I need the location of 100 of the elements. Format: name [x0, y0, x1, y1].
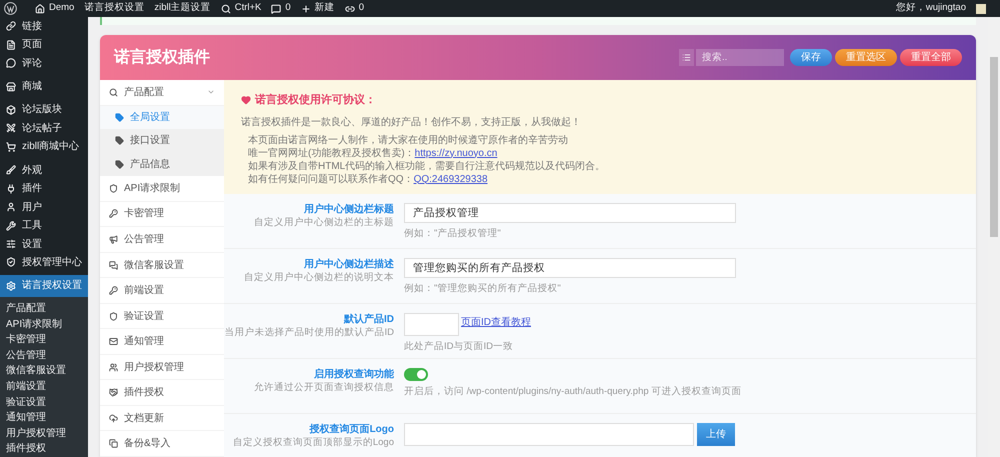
- submenu-item[interactable]: 插件授权: [0, 441, 88, 457]
- field-help: 开启后，访问 /wp-content/plugins/ny-auth/auth-query.php 可进入授权查询页面: [404, 384, 742, 398]
- home-icon: [35, 4, 45, 14]
- field-label: 用户中心侧边栏描述: [303, 258, 394, 270]
- field-help: 例如："管理您购买的所有产品授权": [404, 282, 562, 296]
- brush-icon: [6, 165, 16, 176]
- tag-icon: [115, 136, 124, 146]
- links-icon: [344, 4, 355, 14]
- toggle-switch[interactable]: [404, 368, 428, 380]
- field-label: 默认产品ID: [342, 312, 394, 326]
- wordpress-logo-icon[interactable]: [4, 2, 17, 15]
- store-icon: [6, 82, 16, 92]
- sliders-icon: [6, 239, 16, 250]
- sidebar-menu-item[interactable]: 诺言授权设置: [0, 274, 88, 298]
- shield-icon: [109, 184, 118, 193]
- notice-line: 唯一官网网址(功能教程及授权售卖)：: [248, 146, 415, 160]
- handshake-icon: [109, 388, 118, 398]
- link-icon: [6, 21, 16, 32]
- text-field[interactable]: 管理您购买的所有产品授权: [404, 258, 736, 278]
- shield-icon: [6, 257, 16, 268]
- sidebar-menu-item[interactable]: 授权管理中心: [0, 253, 88, 272]
- notice-link[interactable]: https://zy.nuoyo.cn: [414, 146, 498, 160]
- logo-url-field[interactable]: [404, 422, 694, 446]
- nav-subitem[interactable]: 全局设置: [100, 106, 224, 130]
- admin-bar-link[interactable]: 新建: [300, 1, 335, 16]
- field-label: 授权查询页面Logo: [308, 422, 394, 436]
- notice-intro: 诺言授权插件是一款良心、厚道的好产品！创作不易，支持正版，从我做起！: [241, 116, 582, 130]
- nav-subitem[interactable]: 接口设置: [100, 129, 224, 153]
- sidebar-menu-item[interactable]: 插件: [0, 180, 88, 198]
- greeting-text[interactable]: 您好，wujingtao: [896, 1, 966, 16]
- sidebar-menu-item[interactable]: 工具: [0, 216, 88, 235]
- field-help: 例如："产品授权管理": [404, 227, 502, 242]
- plug-icon: [6, 184, 16, 194]
- admin-bar-link[interactable]: 0: [271, 1, 291, 16]
- sidebar-menu-item[interactable]: 设置: [0, 234, 88, 254]
- panel-title: 诺言授权插件: [114, 47, 210, 68]
- notice-line: 本页面由诺言网络一人制作，请大家在使用的时候遵守原作者的辛苦劳动: [248, 134, 568, 146]
- submenu-item[interactable]: 微信客服设置: [0, 363, 88, 379]
- id-field[interactable]: [404, 312, 459, 336]
- notice-line: 如有任何疑问问题可以联系作者QQ：: [248, 172, 414, 186]
- copy-icon: [109, 439, 118, 448]
- admin-bar-link[interactable]: zibll主题设置: [154, 1, 211, 16]
- field-description: 自定义用户中心侧边栏的主标题: [253, 216, 394, 228]
- submenu-item[interactable]: 用户授权管理: [0, 426, 88, 442]
- tag-icon: [115, 160, 124, 169]
- new-icon: [300, 4, 311, 14]
- key-icon: [109, 209, 118, 218]
- field-description: 自定义用户中心侧边栏的说明文本: [243, 270, 394, 284]
- swords-icon: [6, 123, 16, 134]
- page-icon: [6, 40, 16, 50]
- admin-bar-link[interactable]: Demo: [35, 1, 74, 16]
- wrench-icon: [6, 220, 16, 231]
- chat-icon: [109, 260, 118, 270]
- submenu-item[interactable]: API请求限制: [0, 316, 88, 332]
- comment-icon: [6, 58, 16, 68]
- nav-subitem[interactable]: 产品信息: [100, 152, 224, 176]
- heart-icon: [241, 95, 251, 106]
- shield-icon: [109, 312, 118, 321]
- box-icon: [6, 104, 16, 115]
- sidebar-menu-item[interactable]: 外观: [0, 161, 88, 180]
- sidebar-menu-item[interactable]: 商城: [0, 77, 88, 96]
- key-icon: [109, 286, 118, 296]
- sidebar-menu-item[interactable]: 论坛版块: [0, 100, 88, 120]
- admin-bar-link[interactable]: 0: [344, 1, 364, 16]
- submenu-item[interactable]: 前端设置: [0, 378, 88, 395]
- avatar-icon[interactable]: [976, 4, 986, 14]
- submenu-item[interactable]: 产品配置: [0, 301, 88, 317]
- submenu-item[interactable]: 通知管理: [0, 410, 88, 426]
- text-field[interactable]: 产品授权管理: [404, 202, 736, 224]
- field-description: 当用户未选择产品时使用的默认产品ID: [224, 326, 394, 338]
- comments-icon: [271, 4, 282, 14]
- notice-line: 如果有涉及自带HTML代码的输入框功能，需要自行注意代码规范以及代码闭合。: [248, 160, 606, 172]
- tutorial-link[interactable]: 页面ID查看教程: [461, 314, 531, 330]
- sidebar-menu-item[interactable]: 用户: [0, 198, 88, 216]
- sidebar-menu-item[interactable]: 页面: [0, 35, 88, 54]
- submenu-item[interactable]: 卡密管理: [0, 332, 88, 348]
- sidebar-menu-item[interactable]: 链接: [0, 17, 88, 36]
- field-help: 此处产品ID与页面ID一致: [404, 340, 514, 354]
- search-icon: [109, 88, 118, 97]
- field-label: 用户中心侧边栏标题: [303, 202, 394, 216]
- notice-link[interactable]: QQ:2469329338: [414, 172, 488, 186]
- megaphone-icon: [109, 235, 118, 244]
- tag-icon: [115, 112, 124, 122]
- admin-bar-link[interactable]: 诺言授权设置: [84, 1, 144, 16]
- settings-icon: [6, 280, 16, 291]
- users-icon: [109, 362, 118, 372]
- submenu-item[interactable]: 验证设置: [0, 394, 88, 410]
- field-label: 启用授权查询功能: [313, 368, 394, 380]
- admin-bar-link[interactable]: Ctrl+K: [220, 1, 262, 16]
- field-description: 自定义授权查询页面顶部显示的Logo: [232, 436, 394, 448]
- menu-icon[interactable]: [679, 49, 694, 66]
- cart-icon: [6, 142, 16, 152]
- notice-title: 诺言授权使用许可协议：: [255, 92, 376, 108]
- cloud-upload-icon: [109, 414, 118, 423]
- sidebar-menu-item[interactable]: zibll商城中心: [0, 138, 88, 156]
- sidebar-menu-item[interactable]: 论坛帖子: [0, 119, 88, 138]
- sidebar-menu-item[interactable]: 评论: [0, 54, 88, 72]
- mail-icon: [109, 337, 118, 346]
- submenu-item[interactable]: 公告管理: [0, 348, 88, 364]
- user-icon: [6, 202, 16, 212]
